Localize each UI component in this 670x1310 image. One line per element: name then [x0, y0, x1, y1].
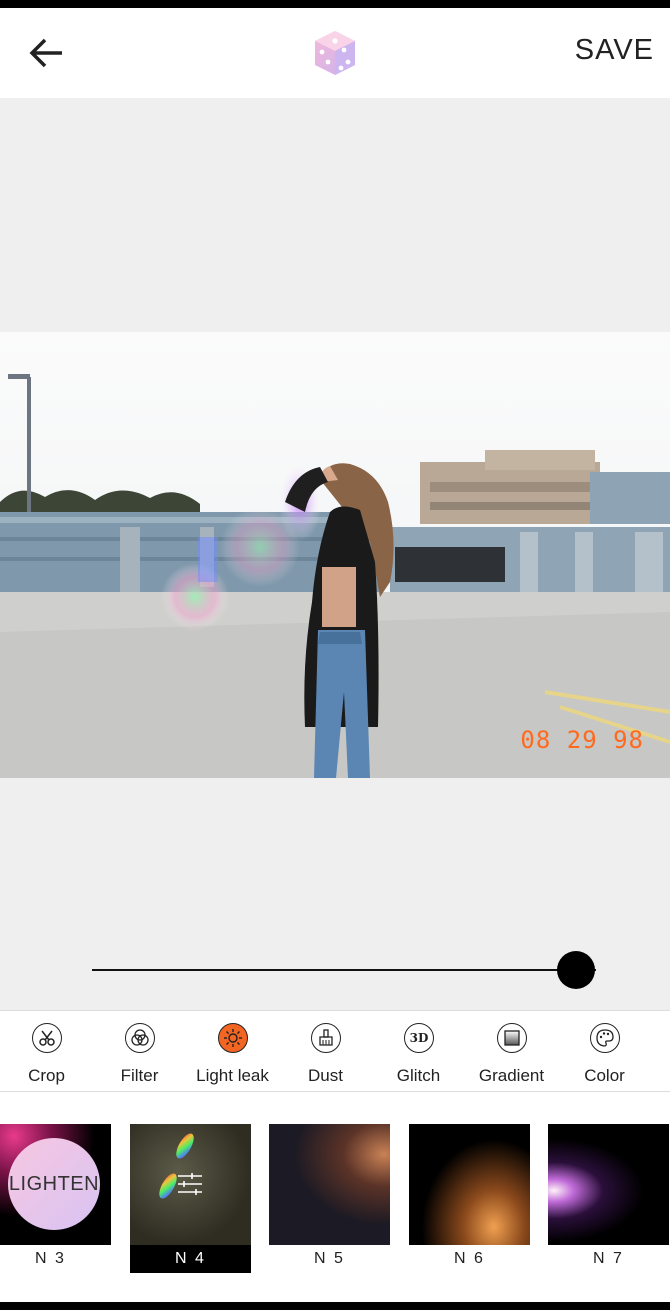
filter-circles-icon — [125, 1023, 155, 1053]
back-button[interactable] — [24, 30, 70, 76]
preset-n6[interactable]: N 6 — [409, 1124, 530, 1274]
save-button[interactable]: SAVE — [575, 34, 654, 67]
editor-canvas: 08 29 98 — [0, 98, 670, 1010]
preset-name: N 3 — [35, 1250, 66, 1267]
tool-dust[interactable]: Dust — [279, 1011, 372, 1093]
datestamp: 08 29 98 — [520, 726, 644, 754]
lighten-badge: LIGHTEN — [8, 1138, 100, 1230]
tool-bar: Crop Filter Light leak Dust 3D Glitch Gr… — [0, 1010, 670, 1092]
tool-label: Filter — [120, 1066, 159, 1085]
dust-brush-icon — [311, 1023, 341, 1053]
3d-icon: 3D — [404, 1023, 434, 1053]
photo-preview[interactable]: 08 29 98 — [0, 332, 670, 778]
tool-filter[interactable]: Filter — [93, 1011, 186, 1093]
intensity-slider[interactable] — [92, 950, 596, 990]
preset-thumbnail — [130, 1124, 251, 1245]
tool-label: Gradient — [478, 1066, 545, 1085]
tool-gradient[interactable]: Gradient — [465, 1011, 558, 1093]
tool-label: Crop — [28, 1066, 65, 1085]
preset-thumbnail — [409, 1124, 530, 1245]
preset-name: N 4 — [130, 1245, 251, 1273]
tool-crop[interactable]: Crop — [0, 1011, 93, 1093]
preset-thumbnail — [269, 1124, 390, 1245]
palette-icon — [590, 1023, 620, 1053]
dice-icon[interactable] — [310, 28, 360, 78]
tool-label: Glitch — [396, 1066, 441, 1085]
preset-strip: LIGHTEN N 3 N 4 N 5 N 6 N 7 — [0, 1093, 670, 1302]
tool-glitch[interactable]: 3D Glitch — [372, 1011, 465, 1093]
preset-name: N 7 — [593, 1250, 624, 1267]
preset-n7[interactable]: N 7 — [548, 1124, 669, 1274]
preset-name: N 6 — [454, 1250, 485, 1267]
3d-icon-text: 3D — [409, 1031, 429, 1045]
tool-light-leak[interactable]: Light leak — [186, 1011, 279, 1093]
scissors-icon — [32, 1023, 62, 1053]
tool-label: Dust — [308, 1066, 343, 1085]
preset-name: N 5 — [314, 1250, 345, 1267]
app-frame: SAVE 08 29 98 Crop Filter Light leak Dus… — [0, 8, 670, 1302]
preset-thumbnail: LIGHTEN — [0, 1124, 111, 1245]
preset-n3[interactable]: LIGHTEN N 3 — [0, 1124, 111, 1274]
slider-thumb[interactable] — [556, 951, 595, 989]
slider-track[interactable] — [92, 969, 596, 971]
preset-n5[interactable]: N 5 — [269, 1124, 390, 1274]
tool-label: Color — [584, 1066, 625, 1085]
gradient-square-icon — [497, 1023, 527, 1053]
preset-n4[interactable]: N 4 — [130, 1124, 251, 1274]
tool-color[interactable]: Color — [558, 1011, 651, 1093]
top-bar: SAVE — [0, 8, 670, 98]
tool-label: Light leak — [196, 1066, 269, 1085]
arrow-left-icon — [29, 38, 62, 68]
preset-thumbnail — [548, 1124, 669, 1245]
adjust-sliders-icon — [159, 1133, 202, 1199]
sun-icon — [218, 1023, 248, 1053]
